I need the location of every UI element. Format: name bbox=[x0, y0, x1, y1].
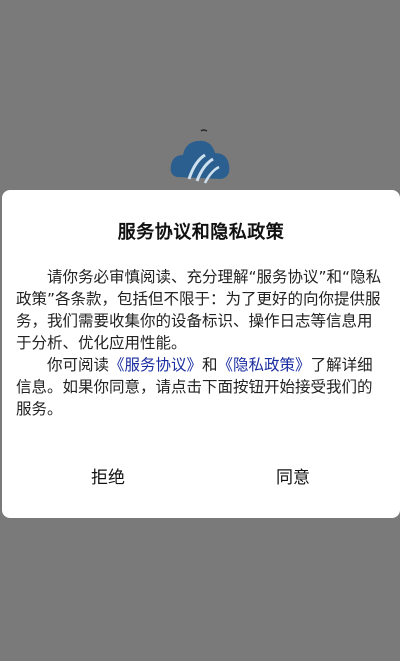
agree-button[interactable]: 同意 bbox=[213, 460, 373, 496]
links-paragraph: 你可阅读《服务协议》和《隐私政策》了解详细信息。如果你同意，请点击下面按钮开始接… bbox=[16, 354, 386, 420]
cloud-logo-icon bbox=[170, 129, 230, 184]
dialog-title: 服务协议和隐私政策 bbox=[117, 222, 285, 243]
dialog-body: 请你务必审慎阅读、充分理解“服务协议”和“隐私政策”各条款，包括但不限于：为了更… bbox=[16, 266, 386, 420]
agreement-paragraph: 请你务必审慎阅读、充分理解“服务协议”和“隐私政策”各条款，包括但不限于：为了更… bbox=[16, 268, 382, 352]
privacy-policy-link[interactable]: 《隐私政策》 bbox=[218, 356, 311, 374]
and-text: 和 bbox=[202, 356, 218, 374]
screen: 服务协议和隐私政策 请你务必审慎阅读、充分理解“服务协议”和“隐私政策”各条款，… bbox=[0, 0, 400, 661]
read-prefix-text: 你可阅读 bbox=[47, 356, 110, 374]
service-agreement-link[interactable]: 《服务协议》 bbox=[109, 356, 202, 374]
privacy-dialog: 服务协议和隐私政策 请你务必审慎阅读、充分理解“服务协议”和“隐私政策”各条款，… bbox=[2, 190, 400, 518]
reject-button[interactable]: 拒绝 bbox=[28, 460, 188, 496]
